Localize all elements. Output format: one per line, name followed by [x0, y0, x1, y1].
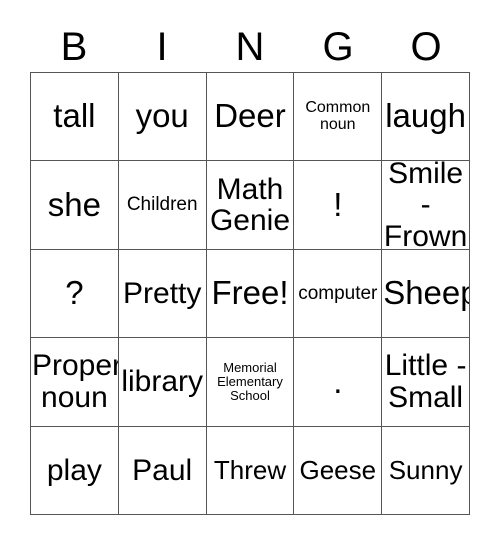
bingo-header-letter-n: N [235, 25, 265, 69]
bingo-cell[interactable]: Geese [294, 426, 383, 515]
bingo-cell[interactable]: Deer [206, 73, 295, 162]
bingo-cell-label: Proper noun [32, 349, 119, 414]
bingo-cell-label: Children [126, 194, 198, 216]
bingo-cell[interactable]: Math Genie [206, 161, 295, 250]
bingo-cell-free-space[interactable]: Free! [206, 249, 295, 339]
bingo-header-letter-i: I [156, 25, 168, 69]
bingo-cell-label: computer [298, 282, 378, 304]
bingo-cell[interactable]: Common noun [294, 73, 383, 162]
bingo-cell[interactable]: . [294, 338, 383, 427]
bingo-cell[interactable]: Paul [118, 426, 207, 515]
bingo-grid: tall you Deer Common noun laugh she Chil… [30, 72, 470, 515]
bingo-cell-label: Little - Small [384, 349, 467, 414]
bingo-cell-label: Geese [299, 454, 377, 485]
bingo-cell-label: Deer [214, 97, 286, 135]
bingo-cell-label: . [333, 362, 343, 400]
bingo-row: play Paul Threw Geese Sunny [31, 426, 470, 515]
bingo-cell[interactable]: play [31, 426, 119, 515]
bingo-cell-label: tall [53, 97, 96, 135]
bingo-cell-label: ? [65, 274, 84, 312]
bingo-cell[interactable]: she [31, 161, 119, 250]
bingo-row: ? Pretty Free! computer Sheep [31, 249, 470, 339]
bingo-header-letter-o: O [410, 25, 442, 69]
bingo-cell-label: laugh [385, 97, 466, 135]
bingo-cell-label: Threw [213, 454, 287, 485]
bingo-cell[interactable]: Threw [206, 426, 295, 515]
bingo-row: she Children Math Genie ! Smile - Frown [31, 161, 470, 250]
bingo-cell-label: Memorial Elementary School [217, 360, 283, 403]
bingo-cell-label: she [47, 185, 101, 223]
bingo-cell[interactable]: Children [118, 161, 207, 250]
bingo-cell-label: Sunny [388, 454, 463, 485]
bingo-header-letter-g: G [322, 25, 354, 69]
bingo-header-letter-b: B [60, 25, 88, 69]
bingo-cell[interactable]: ? [31, 249, 119, 339]
bingo-cell[interactable]: Sunny [382, 426, 470, 515]
bingo-cell-label: Smile - Frown [383, 161, 468, 250]
bingo-cell[interactable]: laugh [382, 73, 470, 162]
bingo-row: Proper noun library Memorial Elementary … [31, 338, 470, 427]
bingo-card: B I N G O tall you Deer Common noun laug… [0, 0, 500, 544]
bingo-cell[interactable]: Memorial Elementary School [206, 338, 295, 427]
bingo-cell-label: Sheep [383, 274, 470, 312]
bingo-cell-label: Math Genie [209, 172, 291, 238]
bingo-cell-label: you [135, 97, 189, 135]
bingo-cell[interactable]: you [118, 73, 207, 162]
bingo-cell[interactable]: Smile - Frown [382, 161, 470, 250]
bingo-header-row: B I N G O [30, 22, 470, 72]
bingo-cell-label: ! [333, 185, 343, 223]
bingo-cell[interactable]: Pretty [118, 249, 207, 339]
bingo-cell[interactable]: tall [31, 73, 119, 162]
bingo-cell-label: library [121, 365, 204, 399]
bingo-cell[interactable]: Sheep [382, 249, 470, 339]
bingo-cell-label: Free! [211, 274, 289, 312]
bingo-cell-label: Common noun [305, 98, 371, 133]
bingo-cell-label: Pretty [123, 276, 202, 310]
bingo-cell[interactable]: ! [294, 161, 383, 250]
bingo-cell[interactable]: Proper noun [31, 338, 119, 427]
bingo-cell-label: play [46, 453, 102, 487]
bingo-row: tall you Deer Common noun laugh [31, 73, 470, 162]
bingo-cell[interactable]: library [118, 338, 207, 427]
bingo-cell[interactable]: computer [294, 249, 383, 339]
bingo-cell[interactable]: Little - Small [382, 338, 470, 427]
bingo-cell-label: Paul [132, 453, 193, 487]
